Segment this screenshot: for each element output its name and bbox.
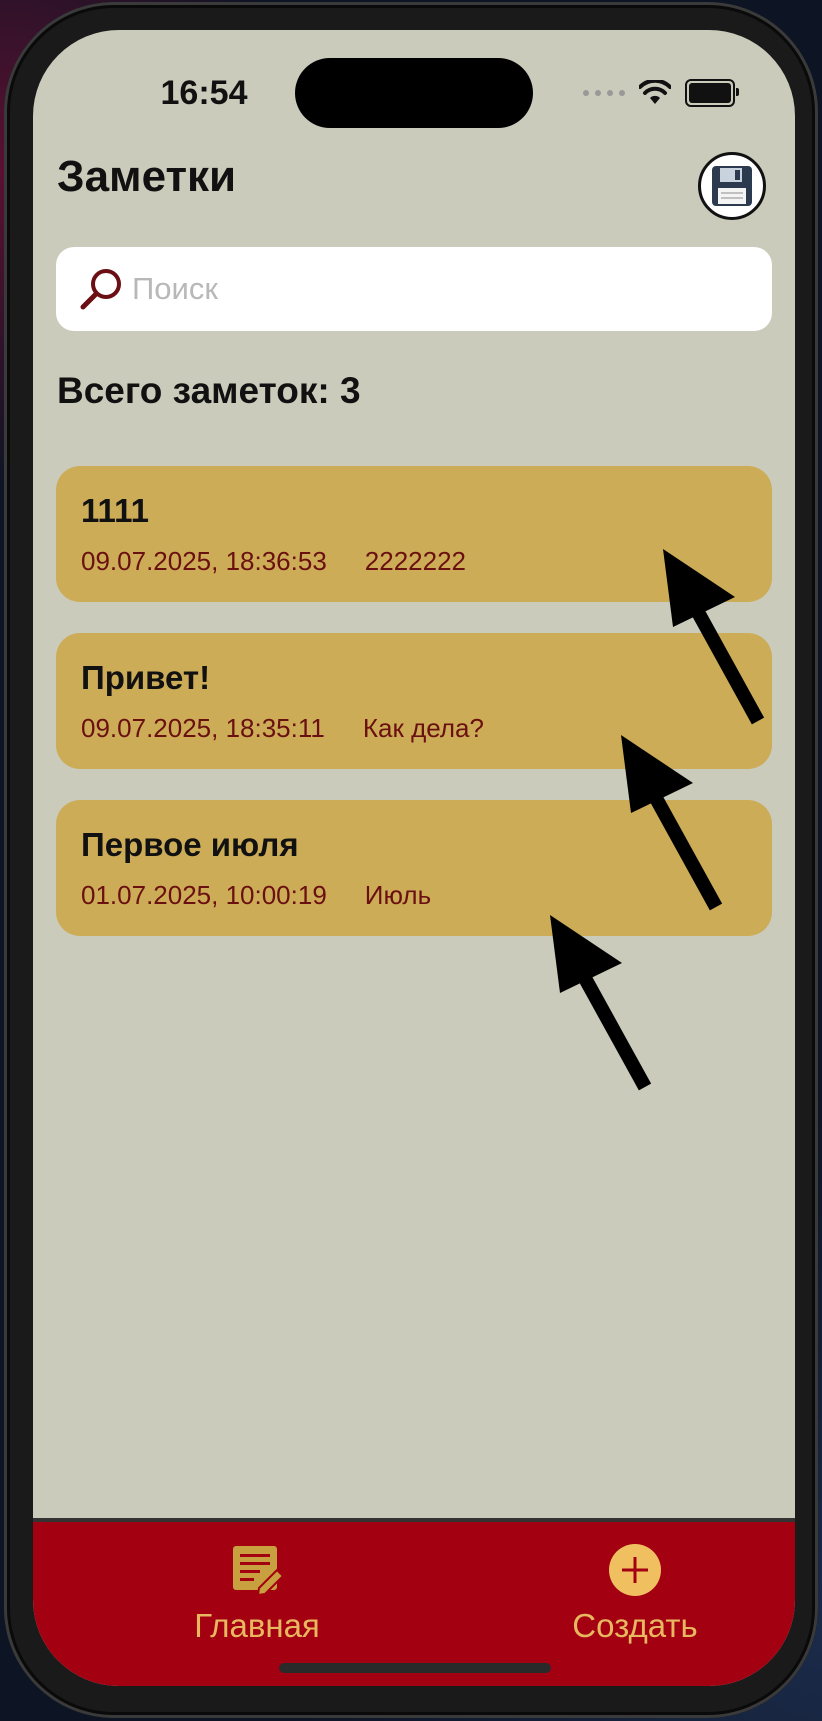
tab-create-label: Создать	[572, 1607, 698, 1644]
note-preview: 2222222	[364, 546, 467, 576]
tab-home[interactable]: Главная	[157, 1542, 357, 1645]
note-title: 1111	[81, 492, 149, 529]
note-preview: Как дела?	[362, 713, 484, 743]
page-title: Заметки	[57, 152, 237, 201]
floppy-disk-icon	[712, 166, 752, 206]
annotation-arrow-icon	[550, 915, 652, 1091]
search-icon	[80, 269, 121, 310]
search-input[interactable]	[130, 270, 734, 308]
dynamic-island	[295, 58, 533, 128]
note-title: Привет!	[81, 659, 211, 696]
wifi-icon	[639, 80, 671, 104]
battery-icon	[685, 79, 739, 107]
note-title: Первое июля	[81, 826, 299, 863]
note-date: 01.07.2025, 10:00:19	[81, 880, 327, 910]
tab-create[interactable]: Создать	[535, 1542, 735, 1645]
save-button[interactable]	[698, 152, 766, 220]
search-bar[interactable]	[56, 247, 772, 331]
note-date: 09.07.2025, 18:36:53	[81, 546, 327, 576]
note-edit-icon	[233, 1546, 285, 1597]
app-screen: 16:54 Заметки Всего заметок: 3 111	[33, 30, 795, 1686]
status-indicators	[583, 78, 739, 108]
notes-count: Всего заметок: 3	[57, 370, 361, 411]
cellular-signal-icon	[583, 90, 625, 96]
tab-home-label: Главная	[194, 1607, 320, 1644]
tab-bar: Главная Создать	[33, 1518, 795, 1686]
note-date: 09.07.2025, 18:35:11	[81, 713, 325, 743]
plus-circle-icon	[609, 1544, 661, 1596]
status-time: 16:54	[160, 74, 248, 112]
home-indicator	[279, 1663, 551, 1673]
note-preview: Июль	[364, 880, 432, 910]
